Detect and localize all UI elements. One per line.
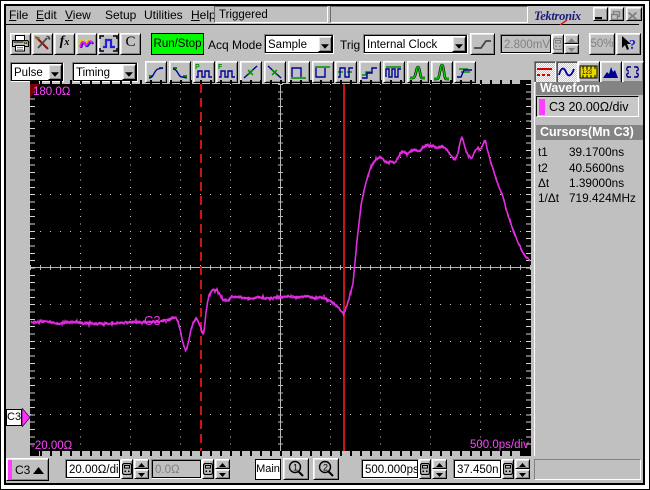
svg-text:123: 123 [582, 70, 593, 76]
svg-text:1: 1 [293, 463, 298, 473]
svg-text:?: ? [629, 38, 636, 53]
svg-text:P: P [195, 64, 200, 71]
svg-text:2: 2 [323, 463, 328, 473]
svg-text:F: F [218, 64, 223, 71]
